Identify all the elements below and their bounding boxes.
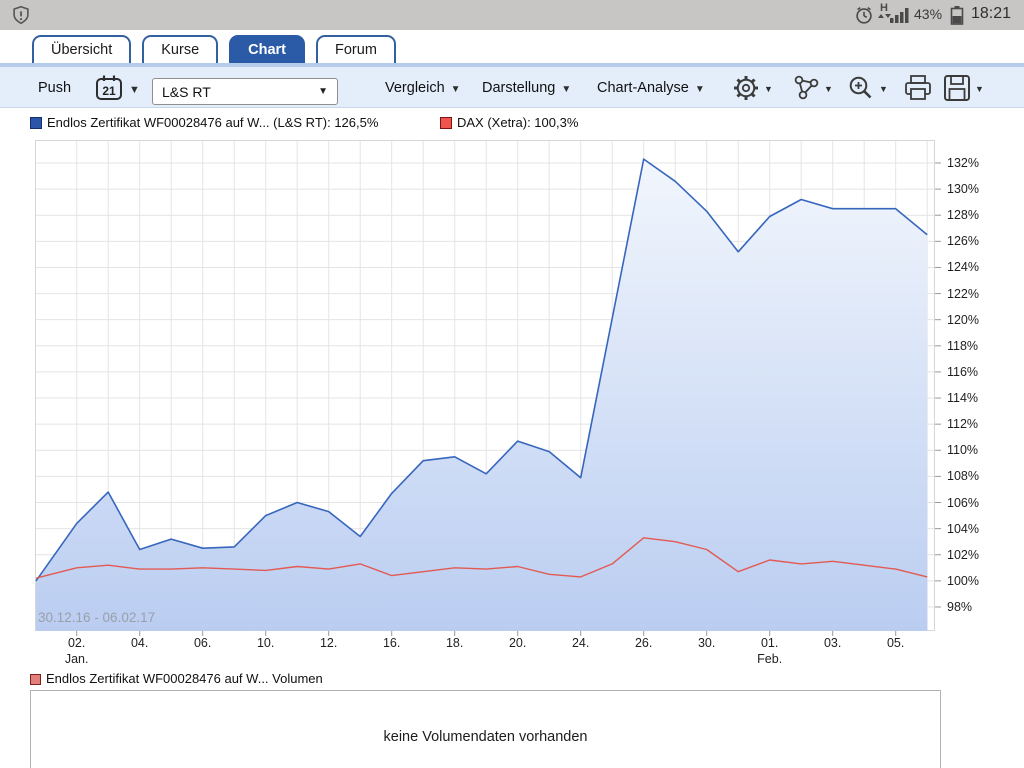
battery-percent: 43% [914,6,942,22]
x-axis-label: 20. [496,636,540,650]
chart-analyse-dropdown[interactable]: Chart-Analyse▼ [597,80,705,96]
y-axis-label: 98% [947,600,997,614]
series2-legend-swatch [440,117,452,129]
y-axis-label: 130% [947,182,997,196]
alarm-clock-icon [853,4,875,26]
y-axis-label: 110% [947,443,997,457]
tab-uebersicht[interactable]: Übersicht [32,35,131,63]
exchange-select-value: L&S RT [162,84,211,100]
network-arrows-icon [877,14,891,18]
price-chart[interactable]: 98% 100% 102% 104% 106% 108% 110% 112% 114% 116% 1… [35,140,1024,680]
y-axis-label: 112% [947,417,997,431]
y-axis-label: 122% [947,287,997,301]
vergleich-dropdown[interactable]: Vergleich▼ [385,80,461,96]
tab-chart[interactable]: Chart [229,35,305,63]
y-axis-label: 120% [947,313,997,327]
x-axis-label: 26. [622,636,666,650]
date-range-watermark: 30.12.16 - 06.02.17 [38,610,155,625]
tab-row: Übersicht Kurse Chart Forum + Depot Kauf… [0,30,1024,63]
x-axis-label: 30. [685,636,729,650]
x-axis-label: 06. [181,636,225,650]
x-axis-month-label: Jan. [55,652,99,666]
x-axis-label: 04. [118,636,162,650]
x-axis-label: 02. [55,636,99,650]
volume-legend-swatch [30,674,41,685]
y-axis-label: 126% [947,234,997,248]
volume-legend-label: Endlos Zertifikat WF00028476 auf W... Vo… [46,671,323,686]
clock-time: 18:21 [971,5,1011,23]
x-axis-label: 10. [244,636,288,650]
y-axis-label: 104% [947,522,997,536]
zoom-caret-icon[interactable]: ▼ [879,84,888,94]
signal-bars-icon [890,7,910,23]
y-axis-label: 132% [947,156,997,170]
y-axis-label: 118% [947,339,997,353]
x-axis-label: 12. [307,636,351,650]
gear-caret-icon[interactable]: ▼ [764,84,773,94]
y-axis-label: 114% [947,391,997,405]
y-axis-label: 100% [947,574,997,588]
x-axis-label: 24. [559,636,603,650]
y-axis-label: 108% [947,469,997,483]
volume-panel: keine Volumendaten vorhanden [30,690,941,768]
calendar-icon[interactable]: 21 [93,73,125,103]
network-mode-indicator: H [877,3,891,18]
chart-canvas[interactable] [35,140,1000,640]
chart-toolbar: Push 21 ▼ L&S RT ▼ Vergleich▼ Darstellun… [0,67,1024,108]
exchange-select[interactable]: L&S RT ▼ [152,78,338,105]
calendar-caret-icon[interactable]: ▼ [129,84,140,96]
chevron-down-icon: ▼ [695,84,705,95]
select-caret-icon: ▼ [318,86,328,97]
indicators-nodes-icon[interactable] [791,73,821,103]
chevron-down-icon: ▼ [451,84,461,95]
y-axis-label: 106% [947,496,997,510]
svg-text:21: 21 [102,84,116,98]
nodes-caret-icon[interactable]: ▼ [824,84,833,94]
shield-exclamation-icon [10,4,32,26]
tab-strip: Übersicht Kurse Chart Forum [32,35,396,63]
y-axis-label: 102% [947,548,997,562]
save-caret-icon[interactable]: ▼ [975,84,984,94]
x-axis-label: 16. [370,636,414,650]
network-mode-label: H [877,3,891,14]
battery-icon [950,5,964,25]
save-icon[interactable] [941,73,973,103]
y-axis-label: 116% [947,365,997,379]
price-area [36,159,927,631]
y-axis-label: 128% [947,208,997,222]
print-icon[interactable] [902,73,934,103]
app-screen: H 43% 18:21 Übersicht Kurse Chart Forum … [0,0,1024,768]
settings-gear-icon[interactable] [731,73,761,103]
zoom-in-icon[interactable] [846,73,876,103]
tab-forum[interactable]: Forum [316,35,396,63]
volume-empty-message: keine Volumendaten vorhanden [31,729,940,745]
series2-legend-label: DAX (Xetra): 100,3% [457,115,578,130]
tab-kurse[interactable]: Kurse [142,35,218,63]
darstellung-dropdown[interactable]: Darstellung▼ [482,80,571,96]
android-status-bar: H 43% 18:21 [0,0,1024,30]
x-axis-month-label: Feb. [748,652,792,666]
x-axis-label: 18. [433,636,477,650]
chevron-down-icon: ▼ [561,84,571,95]
series1-legend-swatch [30,117,42,129]
y-axis-label: 124% [947,260,997,274]
x-axis-label: 01. [748,636,792,650]
push-toggle[interactable]: Push [38,80,71,96]
x-axis-label: 05. [874,636,918,650]
x-axis-label: 03. [811,636,855,650]
series1-legend-label: Endlos Zertifikat WF00028476 auf W... (L… [47,115,378,130]
